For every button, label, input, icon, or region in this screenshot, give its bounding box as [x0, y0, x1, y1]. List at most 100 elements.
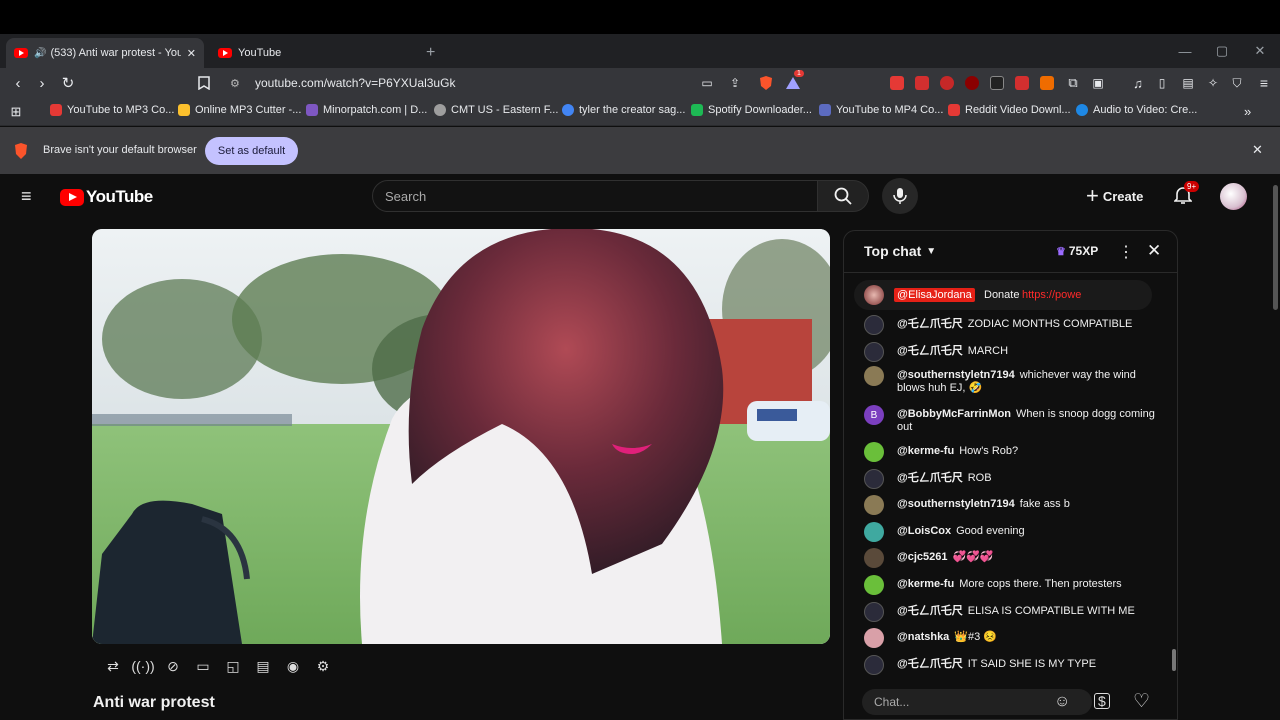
bookmark-item[interactable]: tyler the creator sag...	[562, 104, 685, 116]
video-player[interactable]	[92, 229, 830, 644]
apps-grid-icon[interactable]: ⊞	[6, 102, 26, 122]
extension-icon[interactable]	[915, 76, 929, 90]
top-chat-dropdown[interactable]: Top chat ▼	[864, 243, 936, 259]
cast-icon[interactable]: ▭	[697, 73, 717, 93]
bookmark-item[interactable]: Audio to Video: Cre...	[1076, 104, 1197, 116]
page-scrollbar[interactable]	[1273, 185, 1278, 310]
vpn-icon[interactable]: ⛉	[1227, 73, 1247, 93]
extension-icon[interactable]	[890, 76, 904, 90]
picture-in-picture-icon[interactable]: ◱	[222, 657, 244, 675]
extension-icon[interactable]	[1040, 76, 1054, 90]
tab-youtube[interactable]: YouTube	[210, 38, 410, 68]
live-icon[interactable]: ((·))	[131, 657, 154, 675]
tab-label: (533) Anti war protest - YouTu	[50, 47, 181, 59]
maximize-icon[interactable]: ▢	[1203, 34, 1241, 68]
screenshot-camera-icon[interactable]: ◉	[282, 657, 304, 675]
avatar	[864, 495, 884, 515]
hamburger-menu-icon[interactable]: ≡	[21, 186, 32, 207]
ublock-icon[interactable]	[965, 76, 979, 90]
avatar[interactable]	[1220, 183, 1247, 210]
chat-author[interactable]: @southernstyletn7194	[897, 498, 1015, 510]
voice-search-button[interactable]	[882, 178, 918, 214]
brave-shields-icon[interactable]	[756, 73, 776, 93]
chat-author[interactable]: @乇ㄥ爪乇尺	[897, 318, 963, 330]
brave-rewards-icon[interactable]: 1	[783, 70, 804, 93]
tab-close-icon[interactable]: ✕	[187, 47, 196, 60]
forward-icon[interactable]: ›	[32, 73, 52, 93]
minimize-icon[interactable]: —	[1166, 34, 1204, 68]
youtube-favicon-icon	[14, 48, 28, 58]
extension-icon[interactable]	[940, 76, 954, 90]
sidebar-icon[interactable]: ▯	[1152, 73, 1172, 93]
avatar	[864, 548, 884, 568]
media-icon[interactable]: ♫	[1128, 73, 1148, 93]
speaker-icon: 🔊	[34, 47, 47, 59]
xp-badge[interactable]: ♛ 75XP	[1056, 244, 1098, 258]
heart-icon[interactable]: ♡	[1133, 690, 1150, 713]
chat-author[interactable]: @乇ㄥ爪乇尺	[897, 658, 963, 670]
chat-text: IT SAID SHE IS MY TYPE	[967, 658, 1097, 670]
bookmark-item[interactable]: YouTube to MP3 Co...	[50, 104, 174, 116]
youtube-logo[interactable]: YouTube	[60, 187, 153, 207]
avatar	[864, 628, 884, 648]
bookmark-item[interactable]: Reddit Video Downl...	[948, 104, 1071, 116]
bookmark-item[interactable]: YouTube to MP4 Co...	[819, 104, 943, 116]
bookmark-item[interactable]: Online MP3 Cutter -...	[178, 104, 301, 116]
hide-overlay-icon[interactable]: ⊘	[162, 657, 184, 675]
bookmark-item[interactable]: CMT US - Eastern F...	[434, 104, 558, 116]
back-icon[interactable]: ‹	[8, 73, 28, 93]
tab-active[interactable]: 🔊 (533) Anti war protest - YouTu ✕	[6, 38, 204, 68]
extension-icon[interactable]	[990, 76, 1004, 90]
bookmark-favicon-icon	[1076, 104, 1088, 116]
close-window-icon[interactable]: ✕	[1241, 34, 1279, 68]
leo-ai-icon[interactable]: ✧	[1203, 73, 1223, 93]
chat-author[interactable]: @southernstyletn7194	[897, 369, 1015, 381]
clip-icon[interactable]: ▭	[192, 657, 214, 675]
set-default-button[interactable]: Set as default	[205, 137, 298, 165]
new-tab-button[interactable]: +	[418, 38, 438, 68]
more-options-icon[interactable]: ⋮	[1118, 242, 1134, 262]
chat-author[interactable]: @natshka	[897, 631, 949, 643]
settings-gear-icon[interactable]: ⚙	[312, 657, 334, 675]
wallet-icon[interactable]: ▤	[1178, 73, 1198, 93]
extensions-puzzle-icon[interactable]: ⧉	[1063, 73, 1083, 93]
menu-icon[interactable]: ≡	[1254, 73, 1274, 93]
pinned-link[interactable]: https://powe	[1022, 289, 1081, 301]
loop-icon[interactable]: ⇄	[102, 657, 124, 675]
chat-author[interactable]: @kerme-fu	[897, 445, 954, 457]
screenshot-icon[interactable]: ▣	[1088, 73, 1108, 93]
bookmark-icon[interactable]	[194, 73, 214, 93]
notifications-button[interactable]: 9+	[1173, 181, 1200, 207]
search-input[interactable]: Search	[372, 180, 818, 212]
close-chat-icon[interactable]: ✕	[1147, 241, 1161, 261]
extension-icon[interactable]	[1015, 76, 1029, 90]
theater-icon[interactable]: ▤	[252, 657, 274, 675]
create-button[interactable]: + Create	[1086, 180, 1143, 212]
pinned-message[interactable]: @ElisaJordana Donate https://powe	[854, 280, 1152, 310]
search-button[interactable]	[817, 180, 869, 212]
url-field[interactable]: ⚙ youtube.com/watch?v=P6YXUal3uGk	[220, 71, 760, 95]
chat-author[interactable]: @LoisCox	[897, 525, 951, 537]
more-bookmarks-icon[interactable]: »	[1244, 104, 1251, 119]
chat-author[interactable]: @乇ㄥ爪乇尺	[897, 345, 963, 357]
avatar: B	[864, 405, 884, 425]
bookmark-item[interactable]: Spotify Downloader...	[691, 104, 812, 116]
avatar	[864, 602, 884, 622]
chat-author[interactable]: @乇ㄥ爪乇尺	[897, 605, 963, 617]
chat-author[interactable]: @BobbyMcFarrinMon	[897, 408, 1011, 420]
banner-close-icon[interactable]: ✕	[1252, 142, 1263, 158]
avatar	[864, 575, 884, 595]
super-chat-icon[interactable]: $	[1094, 693, 1110, 709]
avatar	[864, 315, 884, 335]
bookmark-item[interactable]: Minorpatch.com | D...	[306, 104, 427, 116]
site-info-icon[interactable]: ⚙	[230, 77, 240, 90]
chat-author[interactable]: @乇ㄥ爪乇尺	[897, 472, 963, 484]
share-icon[interactable]: ⇪	[725, 73, 745, 93]
reload-icon[interactable]: ↻	[58, 73, 78, 93]
chat-scrollbar[interactable]	[1172, 649, 1176, 671]
chat-author[interactable]: @kerme-fu	[897, 578, 954, 590]
chat-author[interactable]: @cjc5261	[897, 551, 948, 563]
emoji-icon[interactable]: ☺	[1054, 693, 1070, 711]
chat-text: How's Rob?	[959, 445, 1019, 457]
chat-text: ZODIAC MONTHS COMPATIBLE	[967, 318, 1133, 330]
